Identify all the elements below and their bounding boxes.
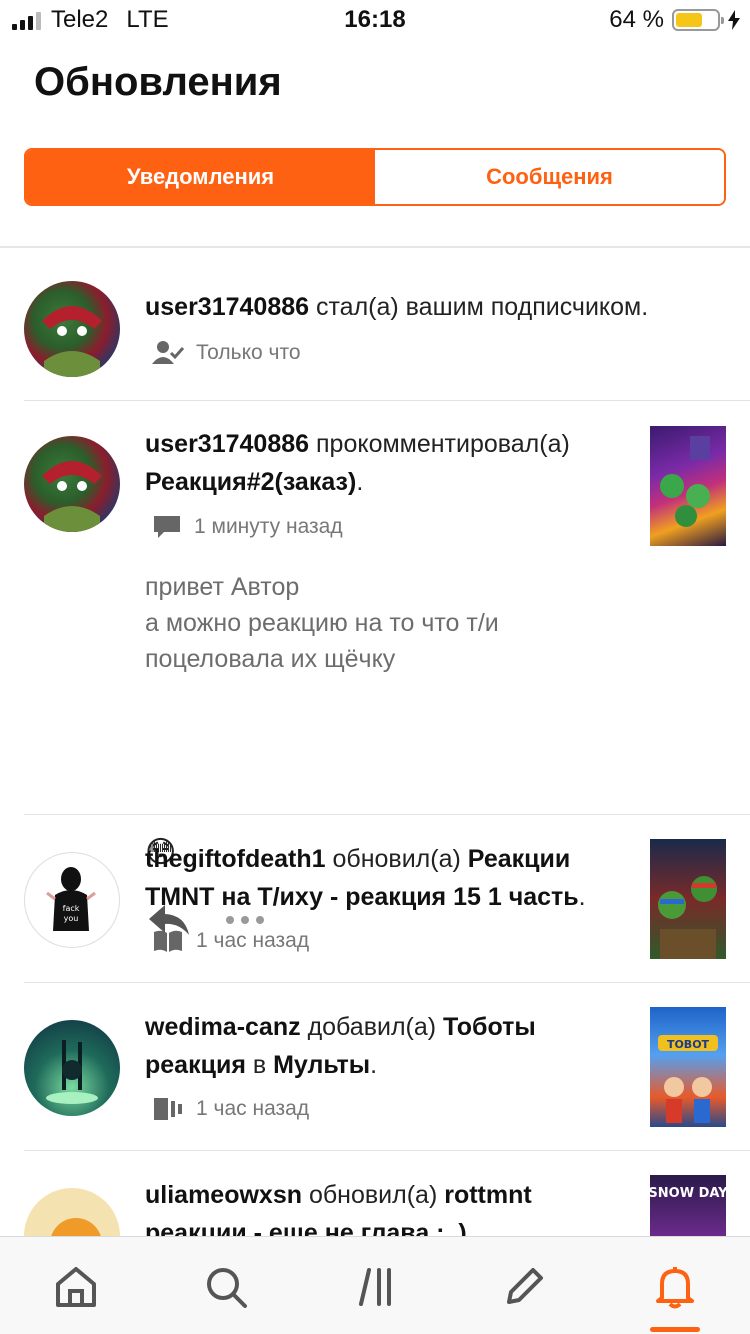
- avatar[interactable]: fack you: [24, 852, 120, 948]
- book-icon: [154, 930, 182, 952]
- cover-logo: TOBOT: [667, 1038, 710, 1051]
- home-icon: [56, 1267, 96, 1307]
- avatar[interactable]: [24, 1020, 120, 1116]
- battery-percent: 64 %: [609, 6, 664, 33]
- avatar[interactable]: [24, 281, 120, 377]
- list-item[interactable]: fack you thegiftofdeath1 обновил(а) Реакц…: [24, 815, 750, 983]
- punctuation: .: [356, 468, 364, 496]
- nav-search[interactable]: [198, 1259, 254, 1315]
- bell-icon: [656, 1267, 694, 1309]
- story-title[interactable]: Реакции: [468, 845, 570, 873]
- list-item[interactable]: wedima-canz добавил(а) Тоботы реакция в …: [24, 983, 750, 1151]
- comment-line: привет Автор: [145, 573, 300, 601]
- tab-notifications[interactable]: Уведомления: [26, 150, 375, 204]
- svg-text:you: you: [64, 914, 79, 923]
- nav-write[interactable]: [496, 1259, 552, 1315]
- story-cover[interactable]: [650, 839, 726, 959]
- active-tab-indicator: [650, 1327, 700, 1332]
- nav-notifications[interactable]: [647, 1259, 703, 1315]
- nav-home[interactable]: [48, 1259, 104, 1315]
- collection-icon: [154, 1098, 182, 1120]
- story-title[interactable]: Реакция#2(заказ): [145, 468, 356, 496]
- battery-icon: [672, 9, 724, 31]
- updates-segment: Уведомления Сообщения: [24, 148, 726, 206]
- action-text: прокомментировал(а): [316, 430, 570, 458]
- username[interactable]: wedima-canz: [145, 1013, 301, 1041]
- avatar-caption: fack: [63, 904, 80, 913]
- status-bar: Tele2 LTE 16:18 64 %: [0, 0, 750, 40]
- time-label: 1 час назад: [196, 1097, 310, 1120]
- story-cover[interactable]: [650, 426, 726, 546]
- page-title: Обновления: [34, 60, 282, 104]
- username[interactable]: user31740886: [145, 430, 309, 458]
- punctuation: .: [370, 1051, 378, 1079]
- write-icon: [507, 1268, 543, 1304]
- action-text: стал(а) вашим подписчиком.: [316, 293, 649, 321]
- time-label: 1 минуту назад: [194, 515, 343, 538]
- notification-list: user31740886 стал(а) вашим подписчиком. …: [0, 248, 750, 1295]
- comment-icon: [154, 516, 180, 538]
- action-text: обновил(а): [332, 845, 461, 873]
- story-title-cont[interactable]: реакция: [145, 1051, 246, 1079]
- action-text: добавил(а): [307, 1013, 437, 1041]
- username[interactable]: user31740886: [145, 293, 309, 321]
- action-text: обновил(а): [308, 1181, 438, 1209]
- story-title[interactable]: Тоботы: [443, 1013, 536, 1041]
- story-title[interactable]: rottmnt: [444, 1181, 531, 1209]
- username[interactable]: thegiftofdeath1: [145, 845, 326, 873]
- preposition: в: [252, 1051, 267, 1079]
- bottom-tab-bar: [0, 1236, 750, 1334]
- time-label: Только что: [196, 341, 301, 364]
- comment-line: а можно реакцию на то что т/и: [145, 609, 499, 637]
- library-icon: [359, 1268, 391, 1306]
- comment-line: поцеловала их щёчку: [145, 645, 396, 673]
- cover-logo: SNOW DAY: [650, 1186, 726, 1201]
- nav-library[interactable]: [348, 1259, 404, 1315]
- search-icon: [207, 1268, 247, 1308]
- story-title-cont[interactable]: TMNT на Т/иху - реакция 15 1 часть: [145, 883, 579, 911]
- tab-messages[interactable]: Сообщения: [375, 150, 724, 204]
- list-item[interactable]: user31740886 стал(а) вашим подписчиком. …: [24, 248, 750, 401]
- collection-title[interactable]: Мульты: [273, 1051, 370, 1079]
- story-cover[interactable]: TOBOT: [650, 1007, 726, 1127]
- list-item[interactable]: user31740886 прокомментировал(а) Реакция…: [24, 401, 750, 935]
- punctuation: .: [578, 883, 586, 911]
- time-label: 1 час назад: [196, 929, 310, 952]
- charging-icon: [728, 10, 740, 30]
- user-check-icon: [152, 341, 184, 364]
- username[interactable]: uliameowxsn: [145, 1181, 302, 1209]
- avatar[interactable]: [24, 436, 120, 532]
